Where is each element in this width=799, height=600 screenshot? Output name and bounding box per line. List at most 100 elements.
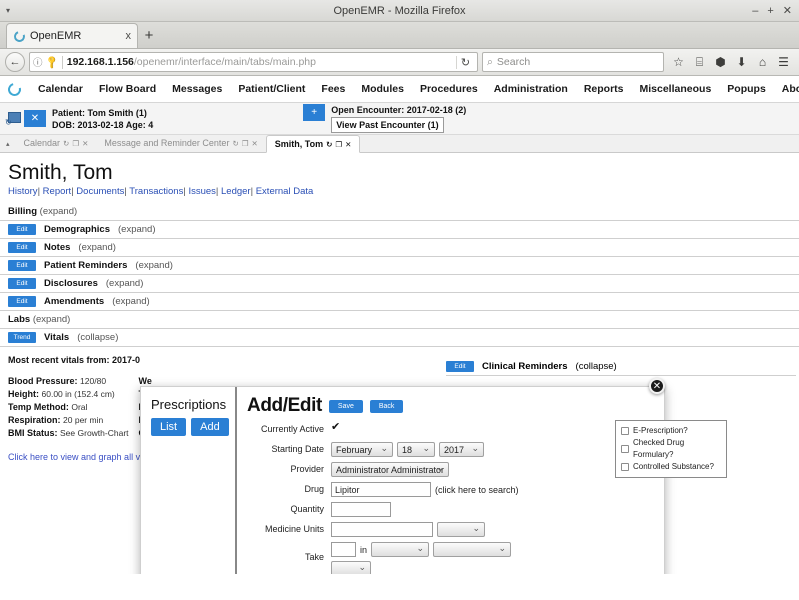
- minimize-button[interactable]: –: [752, 0, 758, 22]
- close-icon[interactable]: ✕: [251, 139, 257, 148]
- section-disclosures[interactable]: Edit Disclosures (expand): [0, 275, 799, 293]
- save-button[interactable]: Save: [328, 399, 363, 413]
- nav-item-about[interactable]: About: [774, 83, 799, 95]
- nav-item-reports[interactable]: Reports: [576, 83, 632, 95]
- back-button-icon[interactable]: ←: [5, 52, 25, 72]
- app-tab-calendar[interactable]: Calendar ↻ ❐ ✕: [16, 134, 97, 152]
- close-patient-button[interactable]: ✕: [24, 110, 46, 127]
- add-button[interactable]: Add: [191, 418, 229, 436]
- start-year-select[interactable]: 2017: [439, 441, 484, 457]
- take-unit-select[interactable]: [371, 541, 430, 557]
- nav-item-modules[interactable]: Modules: [353, 83, 412, 95]
- start-day-select[interactable]: 18: [397, 441, 435, 457]
- reload-icon[interactable]: ↻: [456, 55, 474, 69]
- vital-row: BMI Status: See Growth-Chart: [8, 427, 129, 440]
- app-tab-smith-tom[interactable]: Smith, Tom ↻ ❐ ✕: [265, 135, 361, 153]
- window-menu-caret-icon[interactable]: ▾: [6, 6, 10, 15]
- reader-view-icon[interactable]: ⌸: [689, 52, 710, 73]
- medicine-units-select[interactable]: [437, 521, 485, 537]
- swap-patient-icon[interactable]: [5, 112, 21, 127]
- address-bar[interactable]: ⓘ 🔑 192.168.1.156/openemr/interface/main…: [29, 52, 478, 72]
- link-report[interactable]: Report: [43, 186, 72, 197]
- quantity-input[interactable]: [331, 502, 391, 517]
- section-amendments[interactable]: Edit Amendments (expand): [0, 293, 799, 311]
- nav-item-procedures[interactable]: Procedures: [412, 83, 486, 95]
- shield-icon[interactable]: ⬢: [710, 52, 731, 73]
- back-button[interactable]: Back: [369, 399, 404, 413]
- trend-button[interactable]: Trend: [8, 332, 36, 343]
- e-prescription-checkbox[interactable]: [621, 427, 629, 435]
- browser-tab-openemr[interactable]: OpenEMR x: [6, 23, 138, 48]
- maximize-button[interactable]: +: [767, 0, 773, 22]
- section-patient-reminders[interactable]: Edit Patient Reminders (expand): [0, 257, 799, 275]
- nav-item-administration[interactable]: Administration: [486, 83, 576, 95]
- checked-drug-formulary-checkbox[interactable]: [621, 445, 629, 453]
- section-labs[interactable]: Labs (expand): [0, 311, 799, 329]
- permissions-key-icon[interactable]: 🔑: [44, 54, 60, 70]
- currently-active-checkbox[interactable]: ✔: [331, 422, 342, 433]
- take-amount-input[interactable]: [331, 542, 356, 557]
- medicine-units-input[interactable]: [331, 522, 433, 537]
- refresh-icon[interactable]: ↻: [232, 139, 238, 148]
- popout-icon[interactable]: ❐: [72, 139, 79, 148]
- bookmark-star-icon[interactable]: ☆: [668, 52, 689, 73]
- nav-item-miscellaneous[interactable]: Miscellaneous: [632, 83, 720, 95]
- link-ledger[interactable]: Ledger: [221, 186, 251, 197]
- link-issues[interactable]: Issues: [188, 186, 215, 197]
- close-icon[interactable]: ✕: [82, 139, 88, 148]
- popout-icon[interactable]: ❐: [335, 140, 342, 149]
- link-transactions[interactable]: Transactions: [129, 186, 183, 197]
- link-external-data[interactable]: External Data: [256, 186, 314, 197]
- section-demographics[interactable]: Edit Demographics (expand): [0, 221, 799, 239]
- refresh-icon[interactable]: ↻: [63, 139, 69, 148]
- nav-item-fees[interactable]: Fees: [313, 83, 353, 95]
- provider-select[interactable]: Administrator Administrator: [331, 461, 449, 477]
- browser-tab-close-icon[interactable]: x: [126, 30, 132, 42]
- option-checked-drug-formulary[interactable]: Checked Drug Formulary?: [621, 437, 721, 461]
- edit-button[interactable]: Edit: [8, 242, 36, 253]
- site-info-icon[interactable]: ⓘ: [33, 55, 43, 69]
- edit-button[interactable]: Edit: [8, 224, 36, 235]
- nav-item-messages[interactable]: Messages: [164, 83, 230, 95]
- section-billing[interactable]: Billing (expand): [0, 203, 799, 221]
- link-history[interactable]: History: [8, 186, 38, 197]
- option-e-prescription[interactable]: E-Prescription?: [621, 425, 721, 437]
- take-route-select[interactable]: [433, 541, 512, 557]
- option-controlled-substance[interactable]: Controlled Substance?: [621, 461, 721, 473]
- download-icon[interactable]: ⬇: [731, 52, 752, 73]
- edit-button[interactable]: Edit: [8, 296, 36, 307]
- add-encounter-button[interactable]: +: [303, 104, 326, 121]
- close-icon[interactable]: ✕: [345, 140, 351, 149]
- controlled-substance-checkbox[interactable]: [621, 463, 629, 471]
- open-encounter-label[interactable]: Open Encounter: 2017-02-18 (2): [331, 104, 466, 116]
- app-tab-message-reminder-center[interactable]: Message and Reminder Center ↻ ❐ ✕: [96, 134, 265, 152]
- nav-item-popups[interactable]: Popups: [719, 83, 774, 95]
- section-notes[interactable]: Edit Notes (expand): [0, 239, 799, 257]
- drug-input[interactable]: Lipitor: [331, 482, 431, 497]
- nav-item-calendar[interactable]: Calendar: [30, 83, 91, 95]
- popout-icon[interactable]: ❐: [242, 139, 249, 148]
- refresh-icon[interactable]: ↻: [326, 140, 332, 149]
- edit-button[interactable]: Edit: [8, 278, 36, 289]
- section-vitals[interactable]: Trend Vitals (collapse): [0, 329, 799, 347]
- take-interval-select[interactable]: [331, 560, 371, 574]
- drug-search-hint[interactable]: (click here to search): [435, 485, 519, 495]
- search-bar[interactable]: ⌕ Search: [482, 52, 664, 72]
- edit-button[interactable]: Edit: [8, 260, 36, 271]
- new-tab-button[interactable]: +: [138, 23, 160, 48]
- nav-item-patient-client[interactable]: Patient/Client: [230, 83, 313, 95]
- link-documents[interactable]: Documents: [76, 186, 124, 197]
- section-clinical-reminders[interactable]: Edit Clinical Reminders (collapse): [446, 358, 796, 376]
- hamburger-menu-icon[interactable]: ☰: [773, 52, 794, 73]
- nav-item-flow-board[interactable]: Flow Board: [91, 83, 164, 95]
- patient-summary-bar: ✕ Patient: Tom Smith (1) DOB: 2013-02-18…: [0, 103, 799, 135]
- home-icon[interactable]: ⌂: [752, 52, 773, 73]
- start-month-select[interactable]: February: [331, 441, 393, 457]
- patient-identity: Patient: Tom Smith (1) DOB: 2013-02-18 A…: [52, 107, 153, 131]
- modal-close-icon[interactable]: ✕: [649, 378, 665, 394]
- list-button[interactable]: List: [151, 418, 187, 436]
- view-past-encounter-button[interactable]: View Past Encounter (1): [331, 117, 444, 133]
- edit-button[interactable]: Edit: [446, 361, 474, 372]
- tabstrip-caret-icon[interactable]: ▴: [4, 140, 16, 152]
- close-window-button[interactable]: ✕: [783, 0, 792, 22]
